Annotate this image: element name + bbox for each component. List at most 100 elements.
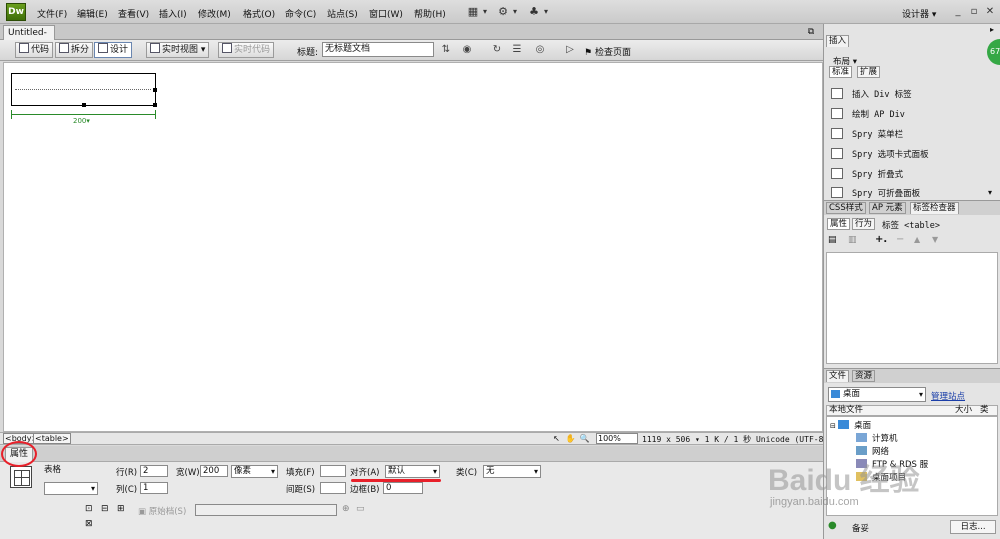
log-button[interactable]: 日志... [950,520,996,534]
computer-icon [856,433,867,442]
workspace-switcher[interactable]: 设计器 ▾ [902,7,936,20]
maximize-icon[interactable]: ▫ [967,5,981,19]
insert-mode-standard[interactable]: 标准 [829,66,853,78]
assets-tab[interactable]: 资源 [852,370,876,382]
spry-accordion-item[interactable]: Spry 折叠式 [831,168,991,182]
add-behavior-icon[interactable]: +. [875,234,887,245]
clear-column-widths-icon[interactable]: ⊡ [85,504,93,514]
css-styles-tab[interactable]: CSS样式 [826,202,866,214]
live-code-icon [222,43,232,53]
tree-item-computer[interactable]: 计算机 [856,432,898,444]
insert-mode-extended[interactable]: 扩展 [857,66,881,78]
menu-edit[interactable]: 编辑(E) [77,7,108,20]
minimize-icon[interactable]: _ [951,5,965,19]
behaviors-tab[interactable]: 行为 [852,218,876,230]
collapse-icon[interactable]: ▸ [990,25,994,34]
border-input[interactable]: 0 [383,482,423,494]
chevron-down-icon[interactable]: ▾ [478,5,492,19]
behaviors-list[interactable] [826,252,998,364]
rows-label: 行(R) [116,468,138,478]
folder-icon[interactable]: ▭ [356,504,365,514]
ap-elements-tab[interactable]: AP 元素 [869,202,906,214]
spry-menubar-item[interactable]: Spry 菜单栏 [831,128,991,142]
menu-view[interactable]: 查看(V) [118,7,149,20]
menu-format[interactable]: 格式(O) [243,7,275,20]
menu-commands[interactable]: 命令(C) [285,7,316,20]
tag-selector-table[interactable]: <table> [33,433,71,444]
cols-input[interactable]: 1 [140,482,168,494]
table-width-label[interactable]: 200▾ [72,117,91,125]
type-column[interactable]: 类 [980,406,989,415]
split-view-button[interactable]: 拆分 [55,42,94,58]
code-view-button[interactable]: 代码 [15,42,54,58]
rows-input[interactable]: 2 [140,465,168,477]
draw-ap-div-item[interactable]: 绘制 AP Div [831,108,991,122]
menu-modify[interactable]: 修改(M) [198,7,231,20]
tag-inspector-tab[interactable]: 标签检查器 [910,202,959,214]
live-view-button[interactable]: 实时视图 ▾ [146,42,210,58]
list-view-icon[interactable]: ▥ [848,235,857,245]
insert-panel-tab[interactable]: 插入 [826,35,850,47]
category-view-icon[interactable]: ▤ [828,235,837,245]
refresh-icon[interactable]: ↻ [489,43,505,57]
document-tab[interactable]: Untitled-3* × [3,25,55,52]
zoom-icon[interactable]: 🔍 [579,433,590,444]
fill-input[interactable] [320,465,346,477]
hand-icon[interactable]: ✋ [565,433,576,444]
convert-widths-icon[interactable]: ⊞ [117,504,125,514]
insert-div-item[interactable]: 插入 Div 标签 [831,88,991,102]
remove-behavior-icon[interactable]: − [896,234,904,245]
local-files-column[interactable]: 本地文件 [829,406,863,415]
convert-heights-icon[interactable]: ⊠ [85,519,93,529]
source-input[interactable] [195,504,337,516]
width-input[interactable]: 200 [200,465,228,477]
fill-label: 填充(F) [286,468,315,478]
manage-sites-link[interactable]: 管理站点 [931,390,965,402]
view-options-icon[interactable]: ☰ [509,43,525,57]
resize-handle[interactable] [82,103,86,107]
point-to-file-icon[interactable]: ⊕ [342,504,350,514]
resize-handle[interactable] [153,103,157,107]
spry-tabbed-panels-item[interactable]: Spry 选项卡式面板 [831,148,991,162]
validate-icon[interactable]: ▷ [562,43,578,57]
align-select[interactable]: 默认 [385,465,440,478]
zoom-select[interactable]: 100% [596,433,638,444]
menu-window[interactable]: 窗口(W) [369,7,403,20]
scroll-down-icon[interactable]: ▾ [988,188,992,197]
code-view-label: 代码 [31,45,50,55]
move-up-icon[interactable]: ▲ [914,235,920,244]
class-select[interactable]: 无 [483,465,541,478]
menu-file[interactable]: 文件(F) [37,7,67,20]
spacing-input[interactable] [320,482,346,494]
spry-collapsible-item[interactable]: Spry 可折叠面板 [831,187,991,201]
menu-insert[interactable]: 插入(I) [159,7,187,20]
attributes-tab[interactable]: 属性 [827,218,851,230]
move-down-icon[interactable]: ▼ [932,235,938,244]
design-view-button[interactable]: 设计 [94,42,133,58]
check-page-button[interactable]: ⚑ 检查页面 [584,45,631,58]
menubar-icon [831,128,843,139]
clear-row-heights-icon[interactable]: ⊟ [101,504,109,514]
file-management-icon[interactable]: ⇅ [438,43,454,57]
visual-aids-icon[interactable]: ◎ [532,43,548,57]
close-icon[interactable]: ✕ [983,5,997,19]
site-select[interactable]: 桌面 [828,387,926,402]
pointer-icon[interactable]: ↖ [551,433,562,444]
files-tab[interactable]: 文件 [826,370,850,382]
table-id-select[interactable] [44,482,98,495]
file-tree-header: 本地文件 大小 类 [826,405,998,416]
live-code-button[interactable]: 实时代码 [218,42,275,58]
preview-browser-icon[interactable]: ◉ [459,43,475,57]
collapse-toggle-icon[interactable]: ⊟ [830,422,838,430]
restore-icon[interactable]: ⧉ [805,26,817,38]
resize-handle[interactable] [153,88,157,92]
menu-help[interactable]: 帮助(H) [414,7,446,20]
width-unit-select[interactable]: 像素 [231,465,278,478]
menu-site[interactable]: 站点(S) [327,7,358,20]
title-input[interactable]: 无标题文档 [322,42,434,57]
tree-item-desktop[interactable]: ⊟ 桌面 [830,419,871,431]
size-column[interactable]: 大小 [955,406,972,415]
chevron-down-icon[interactable]: ▾ [508,5,522,19]
width-label: 宽(W) [176,468,200,478]
chevron-down-icon[interactable]: ▾ [539,5,553,19]
